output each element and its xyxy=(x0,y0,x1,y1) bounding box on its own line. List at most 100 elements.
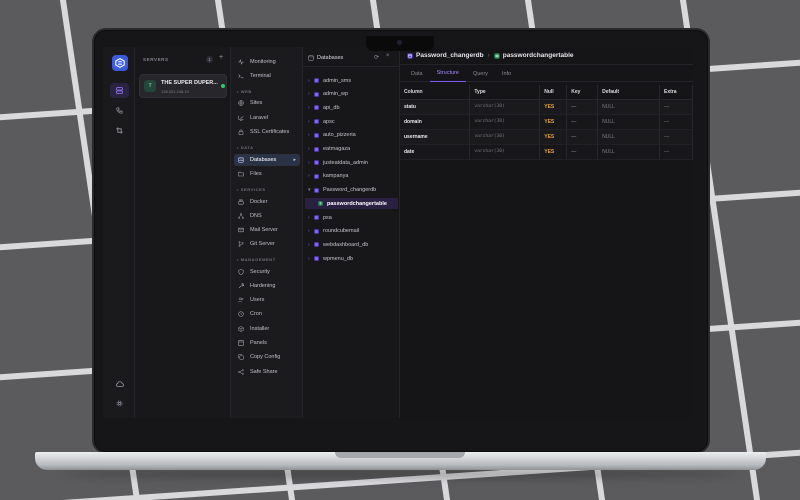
nav-laravel-label: Laravel xyxy=(250,115,269,121)
nav-databases[interactable]: Databases ▸ xyxy=(234,154,300,166)
tab-structure[interactable]: Structure xyxy=(429,65,466,82)
mail-icon xyxy=(238,227,244,233)
table-row[interactable]: username varchar(30) YES — NULL — xyxy=(400,129,693,145)
gear-icon[interactable] xyxy=(110,396,129,411)
nav-security[interactable]: Security xyxy=(234,266,300,278)
refresh-icon[interactable]: ⟳ xyxy=(374,54,379,61)
database-item[interactable]: › admin_sms xyxy=(305,75,398,86)
nav-safe-share-label: Safe Share xyxy=(250,369,278,375)
phone-icon[interactable] xyxy=(110,103,129,118)
database-item[interactable]: › apsc xyxy=(305,116,398,127)
nav-cron[interactable]: Cron xyxy=(234,308,300,320)
database-icon xyxy=(314,146,319,152)
servers-icon[interactable] xyxy=(110,83,129,98)
nav-dns-label: DNS xyxy=(250,213,262,219)
server-ip: 138.201.248.10 xyxy=(161,89,189,94)
breadcrumb-database[interactable]: Password_changerdb xyxy=(416,52,484,59)
close-icon[interactable]: × xyxy=(386,53,390,59)
camera-icon xyxy=(397,40,402,45)
nav-terminal[interactable]: Terminal xyxy=(234,70,300,82)
database-item[interactable]: › psa xyxy=(305,212,398,223)
database-icon xyxy=(314,105,319,111)
database-item[interactable]: › eatmagaza xyxy=(305,144,398,155)
nav-monitoring[interactable]: Monitoring xyxy=(234,56,300,68)
nav-installer[interactable]: Installer xyxy=(234,323,300,335)
nav-section-web-label: WEB xyxy=(240,89,252,94)
nav-docker[interactable]: Docker xyxy=(234,196,300,208)
table-row[interactable]: statu varchar(30) YES — NULL — xyxy=(400,99,693,115)
nav-copy-config[interactable]: Copy Config xyxy=(234,351,300,363)
database-item[interactable]: › webdashboard_db xyxy=(305,239,398,250)
column-header[interactable]: Extra xyxy=(659,85,693,100)
cloud-icon[interactable] xyxy=(110,376,129,391)
nav-ssl[interactable]: SSL Certificates xyxy=(234,126,300,138)
cell-extra: — xyxy=(659,114,693,130)
table-item-label: passwordchangertable xyxy=(327,200,387,207)
nav-section-web: • WEB xyxy=(237,89,252,94)
column-header[interactable]: Column xyxy=(400,85,471,100)
column-header[interactable]: Default xyxy=(597,85,661,100)
nav-monitoring-label: Monitoring xyxy=(250,59,276,65)
nav-users[interactable]: Users xyxy=(234,294,300,306)
cell-key: — xyxy=(566,99,599,115)
database-item[interactable]: › auto_pizzeria xyxy=(305,130,398,141)
crop-icon[interactable] xyxy=(110,123,129,138)
database-item[interactable]: › roundcubemail xyxy=(305,226,398,237)
cell-null: YES xyxy=(539,99,568,115)
server-avatar: T xyxy=(144,80,156,92)
tab-query[interactable]: Query xyxy=(466,65,495,82)
cell-default: NULL xyxy=(597,99,661,115)
table-structure-view: Password_changerdb › passwordchangertabl… xyxy=(400,47,693,418)
breadcrumb-separator: › xyxy=(487,52,490,59)
tab-data[interactable]: Data xyxy=(404,65,430,82)
camera-notch xyxy=(366,36,434,51)
database-icon xyxy=(308,55,314,63)
nav-files[interactable]: Files xyxy=(234,168,300,180)
chevron-right-icon: ▸ xyxy=(293,157,296,163)
nav-panels-label: Panels xyxy=(250,340,267,346)
server-online-indicator xyxy=(221,84,225,88)
cell-null: YES xyxy=(539,114,568,130)
table-row[interactable]: date varchar(30) YES — NULL — xyxy=(400,144,693,160)
column-header[interactable]: Key xyxy=(566,85,599,100)
database-item[interactable]: › api_db xyxy=(305,102,398,113)
stack-logo-icon[interactable] xyxy=(112,55,128,71)
database-item[interactable]: › wpmenu_db xyxy=(305,253,398,264)
nav-section-services-label: SERVICES xyxy=(240,187,266,192)
cell-default: NULL xyxy=(597,144,661,160)
servers-title: SERVERS xyxy=(143,57,169,62)
nav-databases-label: Databases xyxy=(250,157,277,163)
database-item[interactable]: › admin_wp xyxy=(305,89,398,100)
breadcrumb: Password_changerdb › passwordchangertabl… xyxy=(400,47,693,65)
database-item[interactable]: › justeatdata_admin xyxy=(305,157,398,168)
database-icon xyxy=(314,160,319,165)
add-server-button[interactable]: + xyxy=(219,54,223,61)
server-card[interactable]: T THE SUPER DUPER... 138.201.248.10 xyxy=(139,74,227,98)
database-item-label: eatmagaza xyxy=(323,146,351,152)
nav-git-server[interactable]: Git Server xyxy=(234,238,300,250)
nav-sites-label: Sites xyxy=(250,100,263,106)
database-item[interactable]: ▾ Password_changerdb xyxy=(305,185,398,196)
nav-hardening[interactable]: Hardening xyxy=(234,280,300,292)
database-icon xyxy=(314,132,319,138)
nav-safe-share[interactable]: Safe Share xyxy=(234,366,300,378)
nav-dns[interactable]: DNS xyxy=(234,210,300,222)
column-header[interactable]: Type xyxy=(469,85,541,100)
laravel-icon xyxy=(238,115,244,121)
nav-panels[interactable]: Panels xyxy=(234,337,300,349)
breadcrumb-table[interactable]: passwordchangertable xyxy=(503,52,574,59)
tab-info[interactable]: Info xyxy=(495,65,518,82)
nav-sites[interactable]: Sites xyxy=(234,97,300,109)
nav-laravel[interactable]: Laravel xyxy=(234,112,300,124)
database-item[interactable]: › kampanya xyxy=(305,171,398,182)
column-header[interactable]: Null xyxy=(539,85,568,100)
table-item[interactable]: passwordchangertable xyxy=(305,198,398,210)
structure-table: Column Type Null Key Default Extra statu… xyxy=(400,85,693,160)
layout-icon xyxy=(238,340,244,346)
folder-icon xyxy=(238,171,244,177)
app-screen: SERVERS 1 + T THE SUPER DUPER... 138.201… xyxy=(103,47,693,418)
nav-mail-server[interactable]: Mail Server xyxy=(234,224,300,236)
table-row[interactable]: domain varchar(30) YES — NULL — xyxy=(400,114,693,130)
lock-icon xyxy=(238,129,244,135)
database-icon xyxy=(314,242,319,248)
